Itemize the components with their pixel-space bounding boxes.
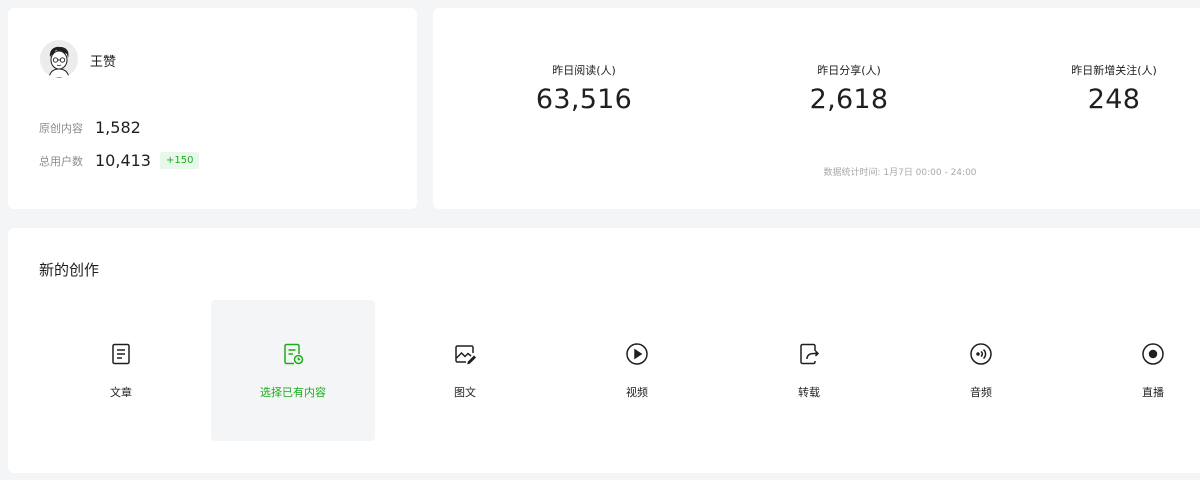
new-creation-card: 新的创作 文章 选择已有内容 图文 视频 转载 音频 直播 [8, 228, 1200, 473]
total-users-stat: 总用户数 10,413 +150 [39, 151, 200, 170]
stat-value: 10,413 [95, 151, 151, 170]
create-item-label: 视频 [626, 386, 648, 399]
repost-icon [797, 342, 821, 366]
metric-shares: 昨日分享(人) 2,618 [749, 62, 949, 115]
avatar[interactable] [40, 40, 78, 78]
create-article-button[interactable]: 文章 [39, 300, 203, 441]
stat-label: 原创内容 [39, 121, 83, 135]
image-text-icon [453, 342, 477, 366]
username: 王赞 [90, 55, 117, 70]
create-video-button[interactable]: 视频 [555, 300, 719, 441]
metric-value: 2,618 [809, 84, 889, 115]
create-item-label: 文章 [110, 386, 132, 399]
metric-value: 248 [1087, 84, 1141, 115]
yesterday-stats-card: 昨日阅读(人) 63,516 昨日分享(人) 2,618 昨日新增关注(人) 2… [433, 8, 1200, 209]
section-title: 新的创作 [39, 261, 100, 279]
profile-card: 王赞 原创内容 1,582 总用户数 10,413 +150 [8, 8, 417, 209]
create-item-label: 音频 [970, 386, 992, 399]
audio-icon [969, 342, 993, 366]
select-content-icon [281, 342, 305, 366]
stat-label: 总用户数 [39, 154, 83, 168]
metric-value: 63,516 [535, 84, 633, 115]
video-play-icon [625, 342, 649, 366]
stats-time-note: 数据统计时间: 1月7日 00:00 - 24:00 [823, 168, 977, 178]
metric-label: 昨日新增关注(人) [1071, 64, 1157, 77]
article-icon [109, 342, 133, 366]
create-select-existing-button[interactable]: 选择已有内容 [211, 300, 375, 441]
growth-badge: +150 [159, 152, 200, 169]
create-repost-button[interactable]: 转载 [727, 300, 891, 441]
create-audio-button[interactable]: 音频 [899, 300, 1063, 441]
metric-new-followers: 昨日新增关注(人) 248 [1014, 62, 1200, 115]
metric-label: 昨日阅读(人) [552, 64, 616, 77]
live-icon [1141, 342, 1165, 366]
create-item-label: 图文 [454, 386, 476, 399]
stat-value: 1,582 [95, 118, 141, 137]
avatar-illustration-icon [40, 40, 78, 78]
original-content-stat: 原创内容 1,582 [39, 118, 141, 137]
create-item-label: 直播 [1142, 386, 1164, 399]
create-item-label: 选择已有内容 [260, 386, 326, 399]
create-item-label: 转载 [798, 386, 820, 399]
metric-label: 昨日分享(人) [817, 64, 881, 77]
metric-reads: 昨日阅读(人) 63,516 [484, 62, 684, 115]
create-live-button[interactable]: 直播 [1071, 300, 1200, 441]
create-image-text-button[interactable]: 图文 [383, 300, 547, 441]
